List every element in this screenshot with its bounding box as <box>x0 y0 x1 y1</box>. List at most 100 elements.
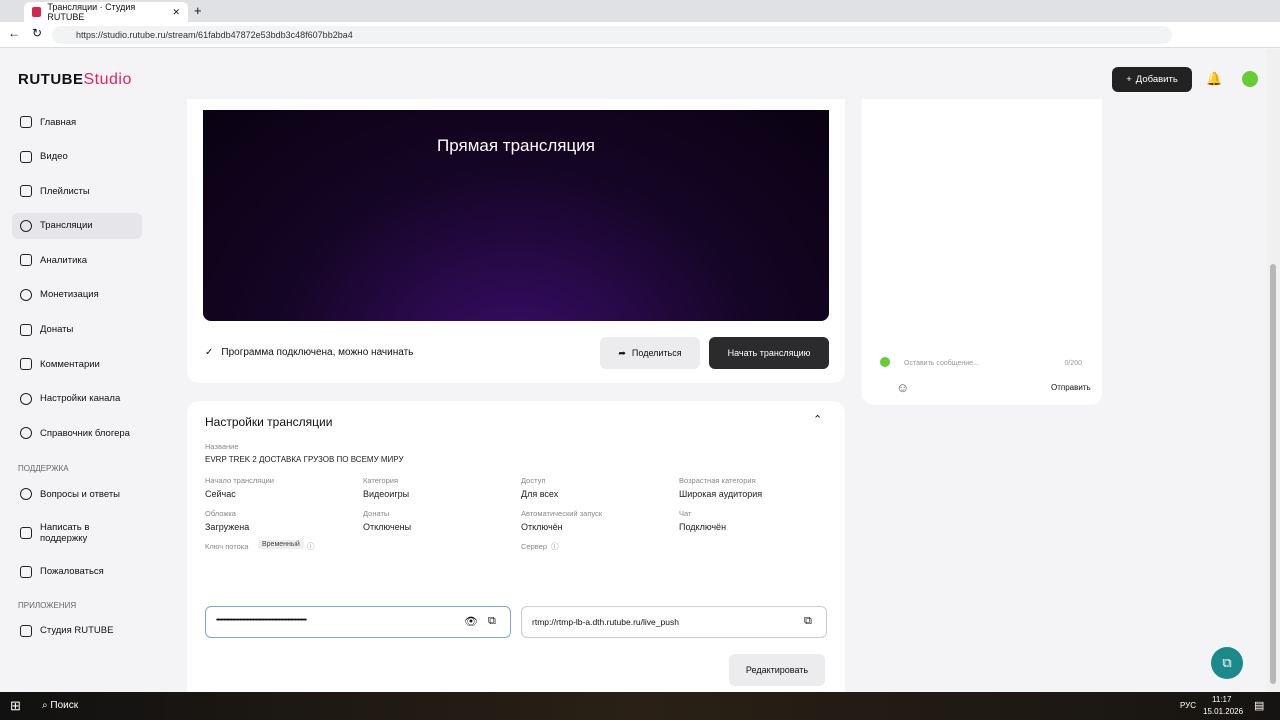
url-field[interactable]: https://studio.rutube.ru/stream/61fabdb4… <box>52 26 1172 44</box>
player-title: Прямая трансляция <box>437 136 595 155</box>
question-icon <box>20 488 32 501</box>
share-button[interactable]: ➦ Поделиться <box>600 337 700 369</box>
favicon-icon <box>32 7 42 17</box>
sidebar-item-faq[interactable]: Вопросы и ответы <box>12 481 142 507</box>
eye-icon[interactable]: 👁 <box>464 615 478 628</box>
check-icon: ✓ <box>205 347 214 358</box>
server-field[interactable]: rtmp://rtmp-lb-a.dth.rutube.ru/live_push… <box>521 606 827 638</box>
sidebar-item-home[interactable]: Главная <box>12 109 142 135</box>
sidebar-item-report[interactable]: Пожаловаться <box>12 559 142 585</box>
sidebar-item-channel-settings[interactable]: Настройки канала <box>12 386 142 412</box>
stream-settings-card: Настройки трансляции ⌃ Название EVRP TRE… <box>187 401 845 701</box>
field-label: Чат <box>679 509 692 518</box>
browser-tab[interactable]: Трансляции · Студия RUTUBE ✕ <box>24 2 188 22</box>
browser-tabbar: Трансляции · Студия RUTUBE ✕ + <box>0 0 1280 22</box>
avatar[interactable] <box>1242 71 1258 87</box>
clock-date[interactable]: 15.01.2026 <box>1203 707 1243 716</box>
field-value: Широкая аудитория <box>679 489 763 499</box>
field-value: Сейчас <box>205 489 236 499</box>
video-icon <box>20 150 32 163</box>
field-label: Начало трансляции <box>205 476 274 485</box>
studio-app: RUTUBEStudio + Добавить 🔔 Главная Видео П… <box>0 49 1265 701</box>
info-icon <box>20 427 32 440</box>
scrollbar-thumb[interactable] <box>1270 264 1276 684</box>
clock-time[interactable]: 11:17 <box>1212 695 1231 704</box>
copy-icon[interactable]: ⧉ <box>488 615 496 628</box>
apps-section-title: ПРИЛОЖЕНИЯ <box>18 600 77 610</box>
notification-icon[interactable]: ▤ <box>1254 699 1264 712</box>
server-label: Сервер <box>521 542 548 551</box>
sidebar-item-comments[interactable]: Комментарии <box>12 351 142 377</box>
help-icon[interactable]: ⓘ <box>551 541 559 552</box>
field-value: Подключён <box>679 522 727 532</box>
comment-icon <box>20 358 32 371</box>
player-card: Прямая трансляция ✓ Программа подключена,… <box>187 99 845 383</box>
send-button[interactable]: Отправить <box>1051 383 1091 392</box>
field-value: Видеоигры <box>363 489 410 499</box>
stream-key-field[interactable]: ••••••••••••••••••••••••••••••••••••••••… <box>205 606 511 638</box>
name-value: EVRP TREK 2 ДОСТАВКА ГРУЗОВ ПО ВСЕМУ МИР… <box>205 455 404 464</box>
field-value: Загружена <box>205 522 250 532</box>
mail-icon <box>20 526 32 539</box>
sidebar-item-donations[interactable]: Донаты <box>12 317 142 343</box>
field-label: Категория <box>363 476 399 485</box>
rutube-studio-logo[interactable]: RUTUBEStudio <box>18 71 132 89</box>
analytics-icon <box>20 254 32 267</box>
new-tab-icon[interactable]: + <box>194 3 202 18</box>
sidebar-item-video[interactable]: Видео <box>12 144 142 170</box>
tab-title: Трансляции · Студия RUTUBE <box>47 2 136 22</box>
temporary-badge: Временный <box>258 540 304 549</box>
ruble-icon <box>20 288 32 301</box>
playlist-icon <box>20 185 32 198</box>
taskbar-search[interactable]: ⌕ Поиск <box>42 700 78 711</box>
help-widget-button[interactable]: ⧉ <box>1211 647 1243 679</box>
chat-panel: Оставить сообщение... 0/200 ☺ Отправить <box>862 99 1102 405</box>
start-stream-button[interactable]: Начать трансляцию <box>709 337 829 369</box>
emoji-icon[interactable]: ☺ <box>896 380 909 395</box>
chevron-up-icon[interactable]: ⌃ <box>813 413 822 426</box>
address-bar: ← ↻ https://studio.rutube.ru/stream/61fa… <box>0 22 1280 48</box>
copy-icon[interactable]: ⧉ <box>804 615 812 628</box>
scrollbar[interactable] <box>1267 49 1280 692</box>
support-section-title: ПОДДЕРЖКА <box>18 464 69 474</box>
add-button[interactable]: + Добавить <box>1112 67 1192 92</box>
sidebar-item-monetization[interactable]: Монетизация <box>12 282 142 308</box>
name-label: Название <box>205 442 239 451</box>
settings-title: Настройки трансляции <box>205 415 333 429</box>
video-preview[interactable]: Прямая трансляция <box>203 110 829 321</box>
language-indicator[interactable]: РУС <box>1180 701 1196 710</box>
sidebar-item-streams[interactable]: Трансляции <box>12 212 142 239</box>
field-value: Для всех <box>521 489 559 499</box>
bell-icon[interactable]: 🔔 <box>1206 71 1222 87</box>
sidebar-item-playlists[interactable]: Плейлисты <box>12 178 142 204</box>
sidebar-item-analytics[interactable]: Аналитика <box>12 247 142 273</box>
help-icon[interactable]: ⓘ <box>307 541 315 552</box>
close-tab-icon[interactable]: ✕ <box>172 7 180 18</box>
field-value: Отключены <box>363 522 412 532</box>
windows-start-icon[interactable]: ⊞ <box>10 698 21 714</box>
studio-app-icon <box>20 624 32 637</box>
home-icon <box>20 116 32 128</box>
field-label: Донаты <box>363 509 390 518</box>
reload-icon[interactable]: ↻ <box>32 26 42 40</box>
field-label: Автоматический запуск <box>521 509 603 518</box>
connection-status: ✓ Программа подключена, можно начинать <box>205 347 414 358</box>
donation-icon <box>20 323 32 336</box>
edit-button[interactable]: Редактировать <box>729 654 825 686</box>
gear-icon <box>20 392 32 405</box>
flag-icon <box>20 565 32 578</box>
back-icon[interactable]: ← <box>8 26 20 40</box>
field-label: Обложка <box>205 509 236 518</box>
field-label: Доступ <box>521 476 546 485</box>
field-label: Возрастная категория <box>679 476 756 485</box>
sidebar-item-write-support[interactable]: Написать в поддержку <box>12 516 142 550</box>
sidebar-item-studio-app[interactable]: Студия RUTUBE <box>12 618 142 644</box>
field-value: Отключён <box>521 522 563 532</box>
char-counter: 0/200 <box>1064 360 1082 367</box>
sidebar-item-guide[interactable]: Справочник блогера <box>12 420 142 446</box>
windows-taskbar: ⊞ ⌕ Поиск РУС 11:17 15.01.2026 ▤ <box>0 692 1280 720</box>
sidebar: Главная Видео Плейлисты Трансляции Анали… <box>12 109 142 652</box>
stream-key-label: Ключ потока <box>205 542 249 551</box>
plus-icon: + <box>1126 74 1132 85</box>
chat-message-input[interactable]: Оставить сообщение... 0/200 <box>896 354 1090 374</box>
